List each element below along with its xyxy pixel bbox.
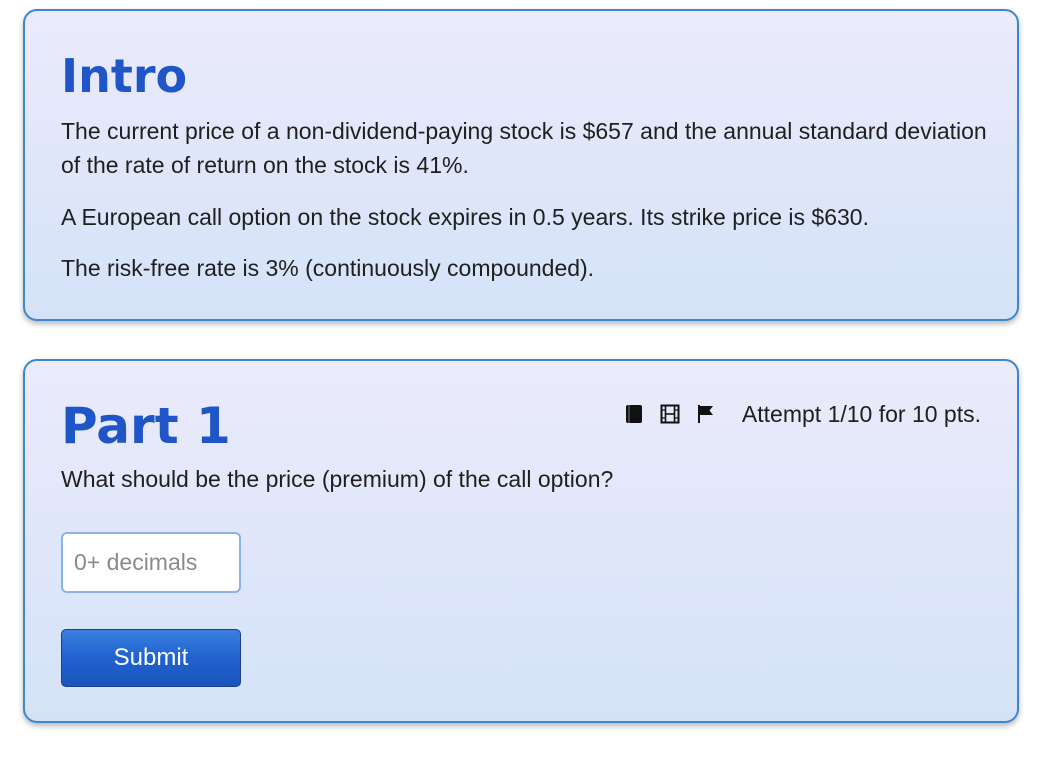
question-text: What should be the price (premium) of th… <box>61 466 614 492</box>
answer-input[interactable] <box>61 532 241 593</box>
intro-card: Intro The current price of a non-dividen… <box>23 9 1019 321</box>
intro-paragraph: The risk-free rate is 3% (continuously c… <box>61 255 595 281</box>
submit-button[interactable]: Submit <box>61 629 241 687</box>
intro-paragraph: The current price of a non-dividend-payi… <box>61 118 987 178</box>
intro-title: Intro <box>61 49 188 103</box>
flag-icon[interactable] <box>696 403 716 425</box>
part-1-card: Part 1 Attempt 1/10 for 10 pts. What sho… <box>23 359 1019 723</box>
book-icon[interactable] <box>624 403 644 425</box>
intro-paragraph: A European call option on the stock expi… <box>61 204 869 230</box>
film-icon[interactable] <box>660 403 680 425</box>
question-toolbar: Attempt 1/10 for 10 pts. <box>624 399 981 429</box>
part-title: Part 1 <box>61 397 231 455</box>
attempt-counter: Attempt 1/10 for 10 pts. <box>741 400 981 427</box>
